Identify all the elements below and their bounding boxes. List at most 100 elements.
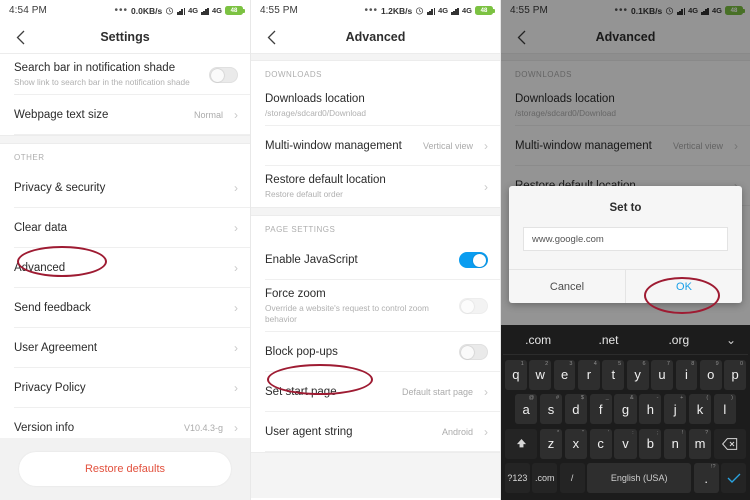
key-z[interactable]: * z bbox=[539, 428, 563, 459]
key-hint: 6 bbox=[642, 360, 646, 367]
key-label: g bbox=[621, 401, 630, 417]
key-i[interactable]: 8i bbox=[675, 359, 698, 390]
shift-icon bbox=[516, 438, 526, 448]
row-subtitle: Show link to search bar in the notificat… bbox=[14, 77, 190, 87]
row-search-bar-notification-shade[interactable]: Search bar in notification shade Show li… bbox=[0, 54, 250, 95]
dotcom-key[interactable]: .com bbox=[532, 463, 558, 493]
row-title: Enable JavaScript bbox=[265, 254, 358, 266]
block-popups-toggle[interactable] bbox=[459, 344, 488, 360]
key-o[interactable]: 9o bbox=[699, 359, 722, 390]
key-e[interactable]: 3e bbox=[553, 359, 576, 390]
key-hint: 5 bbox=[618, 360, 622, 367]
row-title: Privacy Policy bbox=[14, 382, 86, 394]
enter-key[interactable] bbox=[721, 463, 746, 493]
chevron-down-icon[interactable]: ⌄ bbox=[714, 333, 748, 347]
keyboard-suggestion-bar: .com .net .org ⌄ bbox=[503, 325, 748, 355]
key-u[interactable]: 7u bbox=[651, 359, 673, 390]
backspace-key[interactable] bbox=[713, 428, 747, 459]
suggestion-dotcom[interactable]: .com bbox=[503, 333, 573, 347]
keyboard-row-3: * z " x ' c :v ; b ! n ? m bbox=[503, 428, 748, 459]
row-subtitle: Override a website's request to control … bbox=[265, 303, 429, 324]
list-bottom-gap bbox=[251, 452, 500, 498]
row-set-start-page[interactable]: Set start page Default start page › bbox=[251, 372, 500, 412]
key-label: x bbox=[572, 436, 580, 451]
key-hint: ! bbox=[681, 429, 684, 436]
key-h[interactable]: -h bbox=[639, 394, 662, 424]
key-w[interactable]: 2w bbox=[529, 359, 552, 390]
key-label: v bbox=[622, 436, 629, 451]
row-enable-javascript[interactable]: Enable JavaScript bbox=[251, 240, 500, 280]
panel-settings: 4:54 PM ••• 0.0KB/s 4G 4G 48 Settings Se… bbox=[0, 0, 250, 500]
row-clear-data[interactable]: Clear data › bbox=[0, 208, 250, 248]
ok-button[interactable]: OK bbox=[625, 270, 742, 303]
chevron-right-icon: › bbox=[484, 179, 488, 194]
key-n[interactable]: ! n bbox=[664, 428, 687, 459]
key-q[interactable]: 1q bbox=[505, 359, 527, 390]
dialog-actions: Cancel OK bbox=[509, 269, 742, 303]
row-downloads-location[interactable]: Downloads location /storage/sdcard0/Down… bbox=[251, 85, 500, 126]
period-key[interactable]: !?. bbox=[693, 463, 719, 493]
back-button[interactable] bbox=[0, 30, 40, 45]
footer-area: Restore defaults bbox=[0, 438, 250, 500]
key-j[interactable]: + j bbox=[664, 394, 687, 424]
key-k[interactable]: (k bbox=[688, 394, 712, 424]
key-hint: 0 bbox=[739, 360, 743, 367]
nav-bar: Settings bbox=[0, 21, 250, 54]
shift-key[interactable] bbox=[504, 428, 538, 459]
key-label: q bbox=[512, 367, 520, 382]
key-m[interactable]: ? m bbox=[688, 428, 712, 459]
key-y[interactable]: 6y bbox=[626, 359, 649, 390]
slash-key[interactable]: / bbox=[559, 463, 585, 493]
key-label: c bbox=[597, 436, 604, 451]
force-zoom-toggle[interactable] bbox=[459, 298, 488, 314]
key-t[interactable]: 5t bbox=[602, 359, 625, 390]
key-s[interactable]: # s bbox=[539, 394, 563, 424]
space-key[interactable]: English (USA) bbox=[587, 463, 692, 493]
row-title: Multi-window management bbox=[265, 140, 402, 152]
suggestion-dotorg[interactable]: .org bbox=[644, 333, 714, 347]
key-c[interactable]: ' c bbox=[589, 428, 612, 459]
start-page-url-input[interactable]: www.google.com bbox=[523, 227, 728, 251]
key-v[interactable]: :v bbox=[614, 428, 637, 459]
advanced-list[interactable]: DOWNLOADS Downloads location /storage/sd… bbox=[251, 54, 500, 500]
row-title: Privacy & security bbox=[14, 182, 106, 194]
row-multi-window-management[interactable]: Multi-window management Vertical view › bbox=[251, 126, 500, 166]
enable-javascript-toggle[interactable] bbox=[459, 252, 488, 268]
row-restore-default-location[interactable]: Restore default location Restore default… bbox=[251, 166, 500, 207]
key-x[interactable]: " x bbox=[564, 428, 587, 459]
status-dots-icon: ••• bbox=[114, 4, 129, 16]
chevron-right-icon: › bbox=[234, 221, 238, 235]
row-user-agent-string[interactable]: User agent string Android › bbox=[251, 412, 500, 452]
key-label: m bbox=[694, 436, 706, 451]
row-subtitle: Restore default order bbox=[265, 189, 343, 199]
cancel-button[interactable]: Cancel bbox=[509, 270, 625, 303]
key-f[interactable]: _ f bbox=[589, 394, 612, 424]
restore-defaults-button[interactable]: Restore defaults bbox=[19, 452, 231, 486]
back-button[interactable] bbox=[251, 30, 291, 45]
row-webpage-text-size[interactable]: Webpage text size Normal › bbox=[0, 95, 250, 135]
row-advanced[interactable]: Advanced › bbox=[0, 248, 250, 288]
key-g[interactable]: & g bbox=[614, 394, 637, 424]
suggestion-dotnet[interactable]: .net bbox=[573, 333, 643, 347]
key-label: s bbox=[547, 401, 555, 417]
key-b[interactable]: ; b bbox=[639, 428, 662, 459]
settings-list[interactable]: Search bar in notification shade Show li… bbox=[0, 54, 250, 500]
check-icon bbox=[727, 473, 741, 483]
key-d[interactable]: $ d bbox=[564, 394, 587, 424]
key-a[interactable]: @ a bbox=[515, 394, 538, 424]
key-l[interactable]: ) l bbox=[713, 394, 736, 424]
row-block-popups[interactable]: Block pop-ups bbox=[251, 332, 500, 372]
nav-bar: Advanced bbox=[251, 21, 500, 54]
chevron-right-icon: › bbox=[234, 421, 238, 435]
key-p[interactable]: 0p bbox=[724, 359, 746, 390]
row-privacy-security[interactable]: Privacy & security › bbox=[0, 168, 250, 208]
symbols-key[interactable]: ?123 bbox=[505, 463, 530, 493]
row-privacy-policy[interactable]: Privacy Policy › bbox=[0, 368, 250, 408]
key-label: z bbox=[547, 436, 555, 451]
search-bar-toggle[interactable] bbox=[209, 66, 238, 83]
key-r[interactable]: 4r bbox=[578, 359, 600, 390]
row-force-zoom[interactable]: Force zoom Override a website's request … bbox=[251, 280, 500, 332]
row-send-feedback[interactable]: Send feedback › bbox=[0, 288, 250, 328]
row-title: Webpage text size bbox=[14, 109, 109, 121]
row-user-agreement[interactable]: User Agreement › bbox=[0, 328, 250, 368]
